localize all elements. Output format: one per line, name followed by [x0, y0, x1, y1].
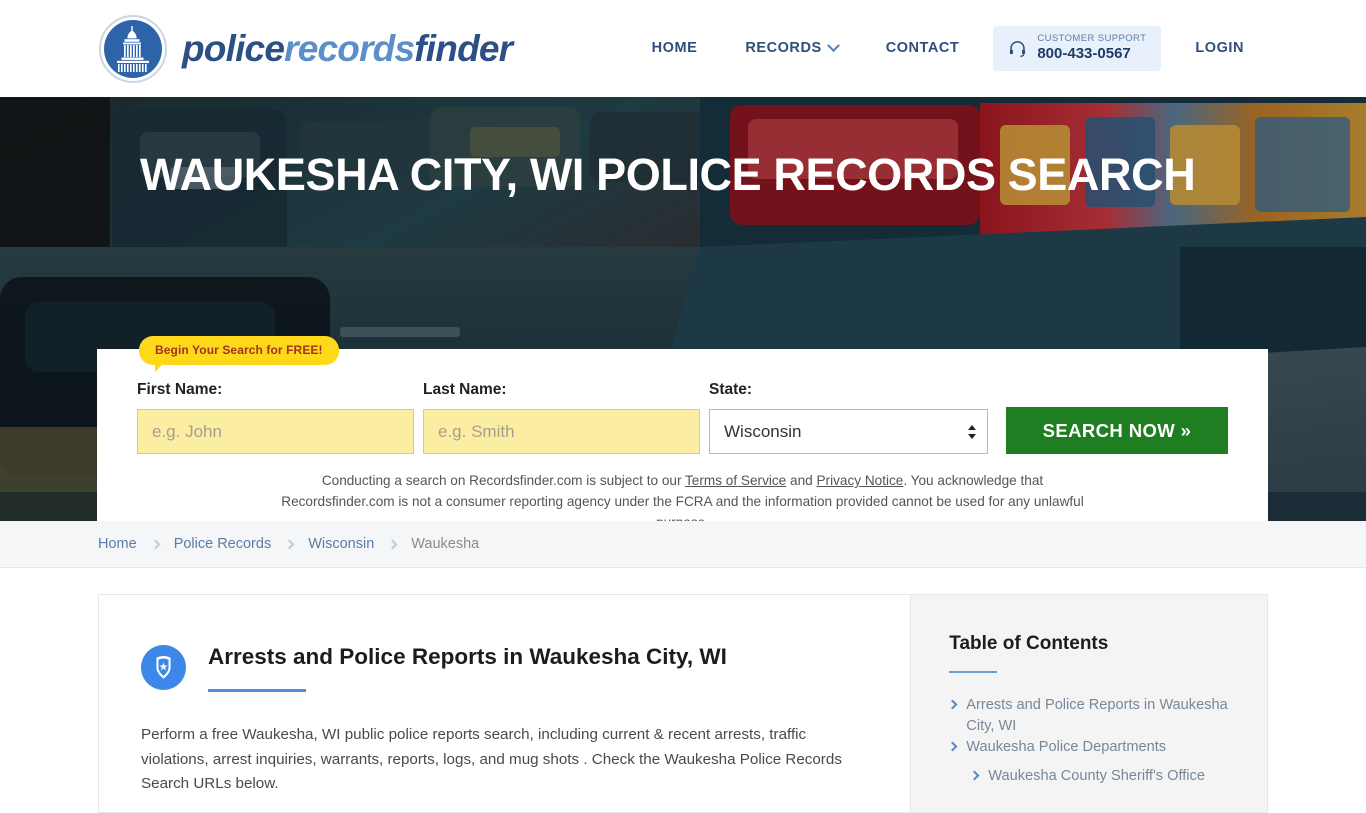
site-header: policerecordsfinder HOME RECORDS CONTACT: [0, 0, 1366, 97]
last-name-input[interactable]: [423, 409, 700, 454]
breadcrumb-bar: Home Police Records Wisconsin Waukesha: [0, 521, 1366, 568]
main-navigation: HOME RECORDS CONTACT CUSTOMER SUPPORT 80…: [628, 26, 1268, 71]
first-name-input[interactable]: [137, 409, 414, 454]
support-text-block: CUSTOMER SUPPORT 800-433-0567: [1037, 33, 1147, 63]
nav-item-label: RECORDS: [745, 40, 822, 57]
page-title: WAUKESHA CITY, WI POLICE RECORDS SEARCH: [140, 149, 1196, 200]
disclaimer-part-1: Conducting a search on Recordsfinder.com…: [321, 473, 686, 488]
first-name-field-group: First Name:: [137, 381, 414, 454]
privacy-notice-link[interactable]: Privacy Notice: [816, 473, 903, 488]
toc-item-label: Arrests and Police Reports in Waukesha C…: [966, 697, 1228, 734]
state-select[interactable]: Wisconsin: [709, 409, 988, 454]
brand-wordmark: policerecordsfinder: [182, 28, 513, 69]
section-title-block: Arrests and Police Reports in Waukesha C…: [208, 643, 727, 693]
toc-list: Arrests and Police Reports in Waukesha C…: [947, 695, 1237, 787]
search-form-card: Begin Your Search for FREE! First Name: …: [97, 336, 1268, 521]
section-header: Arrests and Police Reports in Waukesha C…: [141, 643, 855, 693]
nav-item-records[interactable]: RECORDS: [721, 30, 861, 66]
section-title: Arrests and Police Reports in Waukesha C…: [208, 644, 727, 669]
toc-title: Table of Contents: [949, 633, 1109, 654]
headset-icon: [1008, 39, 1027, 58]
breadcrumb: Home Police Records Wisconsin Waukesha: [98, 536, 479, 552]
brand-part-records: records: [284, 28, 415, 69]
state-select-wrapper: Wisconsin: [709, 409, 988, 454]
content-area: Arrests and Police Reports in Waukesha C…: [0, 568, 1366, 813]
breadcrumb-item-home[interactable]: Home: [98, 536, 137, 552]
brand-logo[interactable]: policerecordsfinder: [98, 14, 513, 84]
nav-item-login[interactable]: LOGIN: [1171, 30, 1268, 66]
nav-item-home[interactable]: HOME: [628, 30, 722, 66]
table-of-contents-panel: Table of Contents Arrests and Police Rep…: [910, 594, 1268, 813]
nav-item-label: HOME: [651, 40, 698, 57]
search-disclaimer: Conducting a search on Recordsfinder.com…: [268, 470, 1098, 521]
toc-item-arrests-and-police-reports[interactable]: Arrests and Police Reports in Waukesha C…: [947, 695, 1237, 736]
toc-item-label: Waukesha Police Departments: [966, 739, 1167, 756]
state-field-group: State: Wisconsin: [709, 381, 988, 454]
nav-item-label: CONTACT: [885, 40, 960, 57]
last-name-label: Last Name:: [423, 381, 507, 398]
state-label: State:: [709, 381, 753, 398]
toc-item-label: Waukesha County Sheriff's Office: [988, 768, 1205, 785]
toc-underline: [949, 671, 998, 673]
chevron-right-icon: [947, 741, 958, 752]
breadcrumb-item-police-records[interactable]: Police Records: [174, 536, 272, 552]
toc-item-waukesha-police-departments[interactable]: Waukesha Police Departments: [947, 737, 1237, 758]
last-name-field-group: Last Name:: [423, 381, 700, 454]
chevron-down-icon: [826, 39, 840, 53]
first-name-label: First Name:: [137, 381, 223, 398]
main-content-card: Arrests and Police Reports in Waukesha C…: [98, 594, 911, 813]
terms-of-service-link[interactable]: Terms of Service: [685, 473, 786, 488]
chevron-right-icon: [150, 539, 161, 549]
title-underline: [208, 689, 306, 693]
chevron-right-icon: [284, 539, 295, 549]
nav-item-label: LOGIN: [1195, 40, 1244, 57]
free-search-badge[interactable]: Begin Your Search for FREE!: [139, 336, 339, 372]
support-phone-number: 800-433-0567: [1037, 45, 1131, 63]
chevron-right-icon: [387, 539, 398, 549]
customer-support-button[interactable]: CUSTOMER SUPPORT 800-433-0567: [993, 26, 1162, 71]
chevron-right-icon: [969, 770, 980, 781]
search-now-button[interactable]: SEARCH NOW »: [1006, 407, 1228, 454]
chevron-right-icon: [947, 699, 958, 710]
nav-item-contact[interactable]: CONTACT: [862, 30, 984, 66]
section-paragraph: Perform a free Waukesha, WI public polic…: [141, 726, 842, 793]
support-label: CUSTOMER SUPPORT: [1037, 33, 1147, 45]
disclaimer-mid: and: [786, 473, 817, 488]
breadcrumb-item-wisconsin[interactable]: Wisconsin: [308, 536, 374, 552]
brand-part-police: police: [182, 28, 285, 69]
police-badge-icon: [141, 645, 186, 690]
capitol-dome-logo-icon: [98, 14, 168, 84]
brand-part-finder: finder: [414, 28, 513, 69]
hero-section: 4 WAUKESHA CITY, WI POLICE RECORDS SEARC…: [0, 97, 1366, 521]
toc-item-waukesha-county-sheriffs-office[interactable]: Waukesha County Sheriff's Office: [949, 766, 1237, 787]
breadcrumb-item-waukesha: Waukesha: [411, 536, 480, 552]
